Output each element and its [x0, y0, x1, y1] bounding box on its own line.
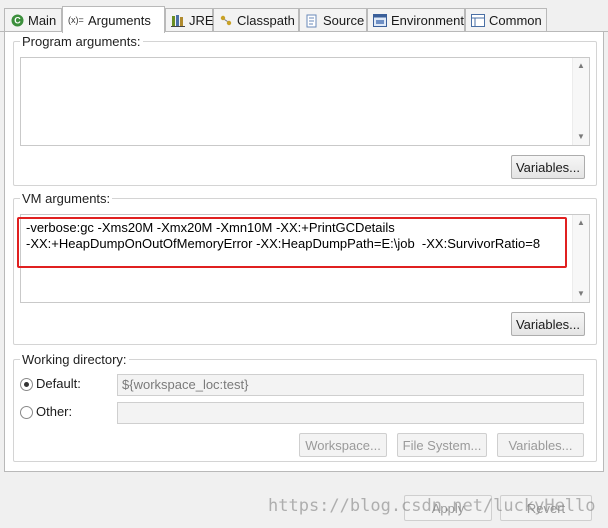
tab-source[interactable]: Source	[299, 8, 367, 32]
vm-variables-button[interactable]: Variables...	[511, 312, 585, 336]
other-radio[interactable]	[20, 406, 33, 419]
tab-label: Environment	[391, 13, 464, 28]
program-arguments-group: Program arguments: ▲ ▼ Variables...	[13, 34, 597, 186]
program-arguments-scrollbar[interactable]: ▲ ▼	[572, 58, 589, 145]
working-directory-group: Working directory: Default: ${workspace_…	[13, 352, 597, 462]
environment-icon	[373, 14, 387, 28]
common-icon	[471, 14, 485, 28]
svg-text:C: C	[14, 16, 21, 26]
program-variables-button[interactable]: Variables...	[511, 155, 585, 179]
tab-label: Arguments	[88, 12, 151, 28]
arguments-icon: (x)=	[68, 13, 84, 27]
vm-arguments-scrollbar[interactable]: ▲ ▼	[572, 215, 589, 302]
svg-text:(x)=: (x)=	[68, 15, 84, 25]
scroll-down-icon[interactable]: ▼	[573, 286, 589, 302]
vm-arguments-label: VM arguments:	[22, 191, 111, 206]
program-arguments-label: Program arguments:	[22, 34, 141, 49]
default-radio[interactable]	[20, 378, 33, 391]
workspace-button[interactable]: Workspace...	[299, 433, 387, 457]
tab-arguments[interactable]: (x)= Arguments	[62, 6, 165, 33]
classpath-icon	[219, 14, 233, 28]
tab-label: Classpath	[237, 13, 295, 28]
file-system-button[interactable]: File System...	[397, 433, 487, 457]
tab-label: Main	[28, 13, 57, 28]
vm-arguments-highlight	[17, 217, 567, 268]
scroll-up-icon[interactable]: ▲	[573, 58, 589, 74]
tab-common[interactable]: Common	[465, 8, 547, 32]
default-label: Default:	[36, 376, 81, 391]
working-directory-label: Working directory:	[22, 352, 127, 367]
vm-arguments-group: VM arguments: -verbose:gc -Xms20M -Xmx20…	[13, 191, 597, 345]
tab-label: Common	[489, 13, 542, 28]
scroll-up-icon[interactable]: ▲	[573, 215, 589, 231]
other-directory-field[interactable]	[117, 402, 584, 424]
tab-label: Source	[323, 13, 365, 28]
tab-classpath[interactable]: Classpath	[213, 8, 299, 32]
tab-jre[interactable]: JRE	[165, 8, 214, 32]
tab-environment[interactable]: Environment	[367, 8, 465, 32]
jre-library-icon	[171, 14, 185, 28]
source-icon	[305, 14, 319, 28]
watermark-text: https://blog.csdn.net/luckyHello	[268, 496, 596, 516]
main-tab-icon: C	[10, 14, 24, 28]
tab-label: JRE	[189, 13, 214, 28]
program-arguments-input[interactable]: ▲ ▼	[20, 57, 590, 146]
working-variables-button[interactable]: Variables...	[497, 433, 584, 457]
scroll-down-icon[interactable]: ▼	[573, 129, 589, 145]
default-directory-field: ${workspace_loc:test}	[117, 374, 584, 396]
other-label: Other:	[36, 404, 73, 419]
tab-main[interactable]: C Main	[4, 8, 62, 32]
tab-bar: C Main (x)= Arguments JRE Classpath Sour…	[0, 0, 608, 33]
